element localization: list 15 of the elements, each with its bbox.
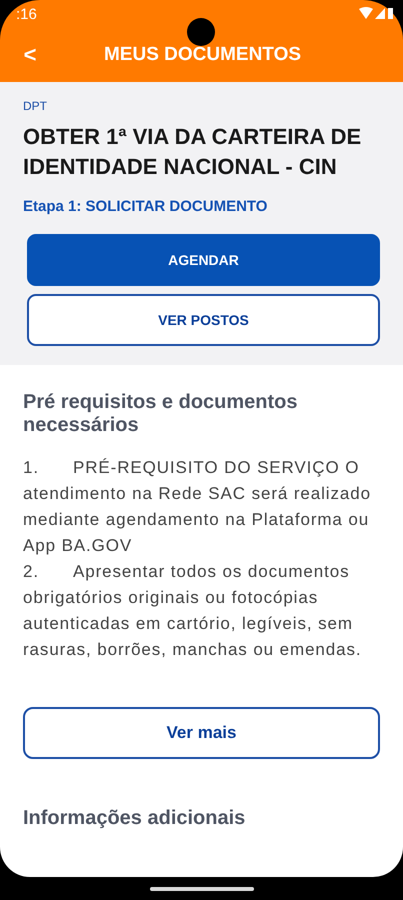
schedule-button[interactable]: AGENDAR — [27, 234, 380, 286]
page-title: MEUS DOCUMENTOS — [102, 44, 302, 66]
locations-button[interactable]: VER POSTOS — [27, 294, 380, 346]
section-heading: Informações adicionais — [23, 807, 246, 830]
requirement-item: 2. Apresentar todos os documentos obrigatórios originais ou fotocópias autenticadas em cartório, legíveis, sem rasuras, borrões, manchas ou emendas. — [23, 561, 363, 661]
service-title: OBTER 1ª VIA DA CARTEIRA DE IDENTIDADE NACIONAL - CIN — [23, 123, 362, 181]
section-heading: Pré requisitos e documentos necessários — [23, 391, 299, 437]
status-icons — [359, 7, 393, 21]
status-time: :16 — [16, 6, 37, 22]
camera-cutout — [187, 18, 215, 46]
see-more-button[interactable]: Ver mais — [23, 707, 380, 759]
requirement-item: 1. PRÉ-REQUISITO DO SERVIÇO O atendimento na Rede SAC será realizado mediante agendamento na Plataforma ou App BA.GOV — [23, 457, 372, 557]
step-label: Etapa 1: SOLICITAR DOCUMENTO — [23, 198, 268, 215]
agency-label: DPT — [23, 99, 48, 113]
home-indicator[interactable] — [150, 886, 254, 890]
